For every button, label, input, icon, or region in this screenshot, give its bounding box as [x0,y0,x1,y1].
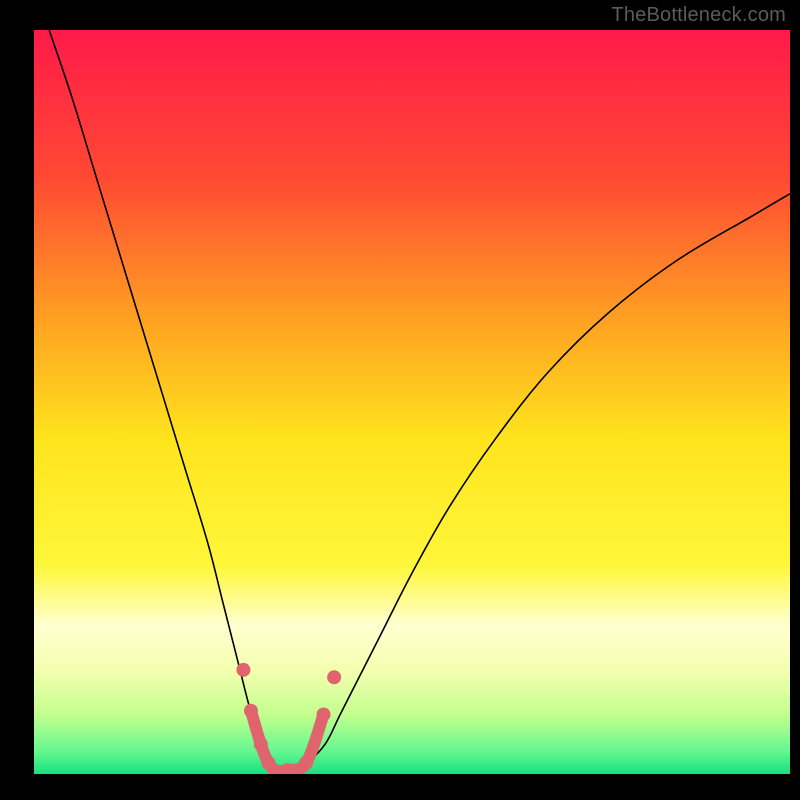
curve-marker [236,663,250,677]
curve-marker [261,756,275,770]
curve-marker [244,704,258,718]
chart-frame: TheBottleneck.com [0,0,800,800]
bottleneck-chart [0,0,800,800]
curve-marker [254,737,268,751]
curve-marker [327,670,341,684]
curve-marker [317,707,331,721]
curve-marker [299,756,313,770]
curve-marker [280,763,294,777]
gradient-background [34,30,790,774]
